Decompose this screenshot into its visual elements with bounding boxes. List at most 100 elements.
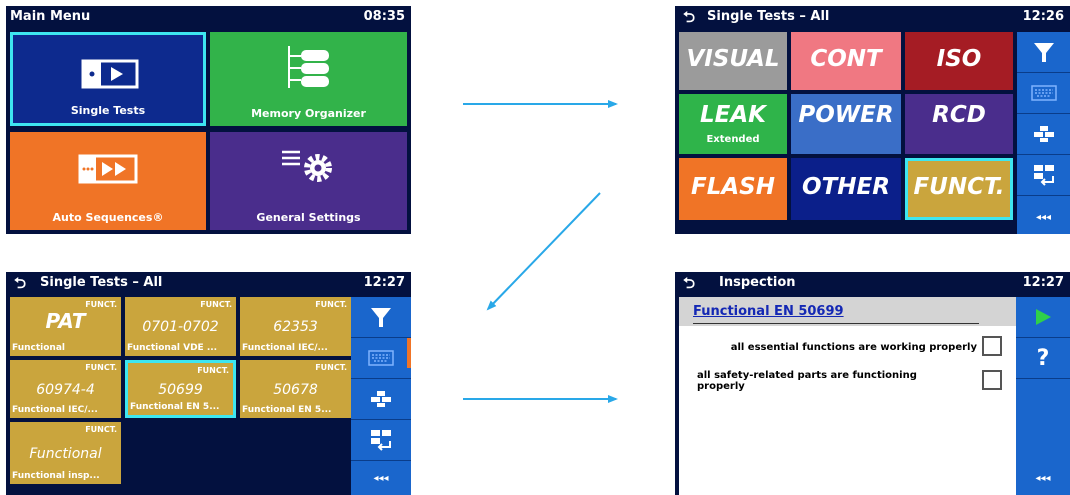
test-tile-funct[interactable]: FUNCT. (905, 158, 1013, 220)
tile-header: FUNCT. (197, 366, 229, 375)
keyboard-button[interactable] (351, 338, 411, 379)
settings-gear-icon (282, 150, 332, 182)
more-button[interactable]: ◂◂◂ (1017, 212, 1070, 223)
tile-label: Functional insp... (12, 471, 100, 481)
test-tile-iso[interactable]: ISO (905, 32, 1013, 90)
single-tests-header: ⮌ Single Tests – All 12:26 (675, 6, 1070, 28)
funct-tile-functional[interactable]: FUNCT. Functional Functional insp... (10, 422, 121, 484)
tile-header: FUNCT. (200, 300, 232, 309)
inspection-content: Functional EN 50699 all essential functi… (679, 297, 1016, 495)
memory-organizer-label: Memory Organizer (251, 107, 366, 120)
funct-tile-60974-4[interactable]: FUNCT. 60974-4 Functional IEC/... (10, 360, 121, 418)
tile-header: FUNCT. (315, 300, 347, 309)
tile-name: Functional (29, 446, 102, 462)
view-button[interactable] (351, 379, 411, 420)
tile-header: FUNCT. (85, 363, 117, 372)
tile-label: FLASH (691, 174, 775, 200)
inspection-header: ⮌ Inspection 12:27 (675, 272, 1070, 294)
flow-arrow-diagonal (486, 192, 601, 311)
view-button[interactable] (1017, 114, 1070, 155)
tile-header: FUNCT. (85, 300, 117, 309)
tile-label: Functional EN 5... (130, 402, 220, 412)
inspection-heading: Functional EN 50699 (693, 304, 844, 319)
back-icon[interactable]: ⮌ (683, 272, 695, 294)
memory-tree-icon (288, 46, 329, 88)
sidebar: ? ◂◂◂ (1016, 297, 1070, 495)
help-icon: ? (1036, 345, 1050, 371)
tile-label: POWER (798, 102, 894, 128)
page-title: Single Tests – All (40, 275, 163, 290)
tile-label: FUNCT. (913, 174, 1005, 200)
keyboard-icon (368, 350, 394, 366)
back-icon[interactable]: ⮌ (683, 6, 695, 28)
page-title: Main Menu (10, 9, 91, 24)
single-tests-tile[interactable]: Single Tests (10, 32, 206, 126)
clock: 12:27 (363, 275, 405, 290)
filter-button[interactable] (351, 297, 411, 338)
swap-button[interactable] (351, 420, 411, 461)
inspection-checkbox[interactable] (982, 336, 1002, 356)
test-tile-flash[interactable]: FLASH (679, 158, 787, 220)
grid-view-icon (1033, 126, 1054, 142)
test-tile-cont[interactable]: CONT (791, 32, 901, 90)
heading-underline (693, 323, 979, 324)
tile-header: FUNCT. (85, 425, 117, 434)
tile-label: LEAK (700, 102, 766, 128)
more-button[interactable]: ◂◂◂ (351, 473, 411, 484)
filter-icon (1033, 43, 1054, 62)
tile-name: 0701-0702 (142, 319, 219, 335)
inspection-checkbox[interactable] (982, 370, 1002, 390)
test-tile-leak[interactable]: LEAK Extended (679, 94, 787, 154)
swap-view-icon (371, 430, 391, 451)
funct-tile-50678[interactable]: FUNCT. 50678 Functional EN 5... (240, 360, 351, 418)
tile-header: FUNCT. (315, 363, 347, 372)
keyboard-icon (1030, 85, 1057, 101)
tile-label: RCD (932, 102, 986, 128)
funct-tile-50699[interactable]: FUNCT. 50699 Functional EN 5... (125, 360, 236, 418)
test-tile-power[interactable]: POWER (791, 94, 901, 154)
tile-label: Functional EN 5... (242, 405, 332, 415)
auto-sequence-icon (78, 154, 138, 184)
funct-tile-0701-0702[interactable]: FUNCT. 0701-0702 Functional VDE ... (125, 297, 236, 356)
grid-view-icon (371, 391, 391, 407)
tile-label: Functional VDE ... (127, 343, 218, 353)
tile-label: VISUAL (686, 46, 780, 72)
filter-icon (371, 308, 391, 327)
inspection-screen: ⮌ Inspection 12:27 Functional EN 50699 a… (675, 272, 1070, 495)
test-tile-other[interactable]: OTHER (791, 158, 901, 220)
general-settings-label: General Settings (256, 211, 361, 224)
help-button[interactable]: ? (1016, 338, 1070, 379)
swap-view-icon (1033, 165, 1054, 186)
page-title: Inspection (719, 275, 796, 290)
general-settings-tile[interactable]: General Settings (210, 132, 407, 230)
clock: 12:26 (1022, 9, 1064, 24)
funct-tile-pat[interactable]: FUNCT. PAT Functional (10, 297, 121, 356)
keyboard-button[interactable] (1017, 73, 1070, 114)
single-tests-label: Single Tests (70, 104, 146, 117)
inspection-item-text: all safety-related parts are functioning… (697, 370, 917, 392)
tile-label: CONT (810, 46, 882, 72)
page-title: Single Tests – All (707, 9, 830, 24)
start-button[interactable] (1016, 297, 1070, 338)
swap-button[interactable] (1017, 155, 1070, 196)
more-button[interactable]: ◂◂◂ (1016, 473, 1070, 484)
inspection-heading-bar: Functional EN 50699 (679, 297, 1016, 326)
test-tile-visual[interactable]: VISUAL (679, 32, 787, 90)
memory-organizer-tile[interactable]: Memory Organizer (210, 32, 407, 126)
tile-label: OTHER (802, 174, 890, 200)
sidebar: ◂◂◂ (351, 297, 411, 495)
main-menu-screen: Main Menu 08:35 Single Tests Memory Orga… (6, 6, 411, 234)
single-tests-screen: ⮌ Single Tests – All 12:26 VISUAL CONT I… (675, 6, 1070, 234)
tile-sublabel: Extended (706, 134, 760, 145)
auto-sequences-label: Auto Sequences® (52, 211, 164, 224)
play-icon (1036, 309, 1051, 325)
tile-name: 62353 (273, 319, 318, 335)
filter-button[interactable] (1017, 32, 1070, 73)
auto-sequences-tile[interactable]: Auto Sequences® (10, 132, 206, 230)
tile-label: Functional (12, 343, 65, 353)
tile-name: 50699 (158, 382, 203, 398)
funct-tile-62353[interactable]: FUNCT. 62353 Functional IEC/... (240, 297, 351, 356)
back-icon[interactable]: ⮌ (14, 272, 26, 294)
funct-tests-header: ⮌ Single Tests – All 12:27 (6, 272, 411, 294)
test-tile-rcd[interactable]: RCD (905, 94, 1013, 154)
